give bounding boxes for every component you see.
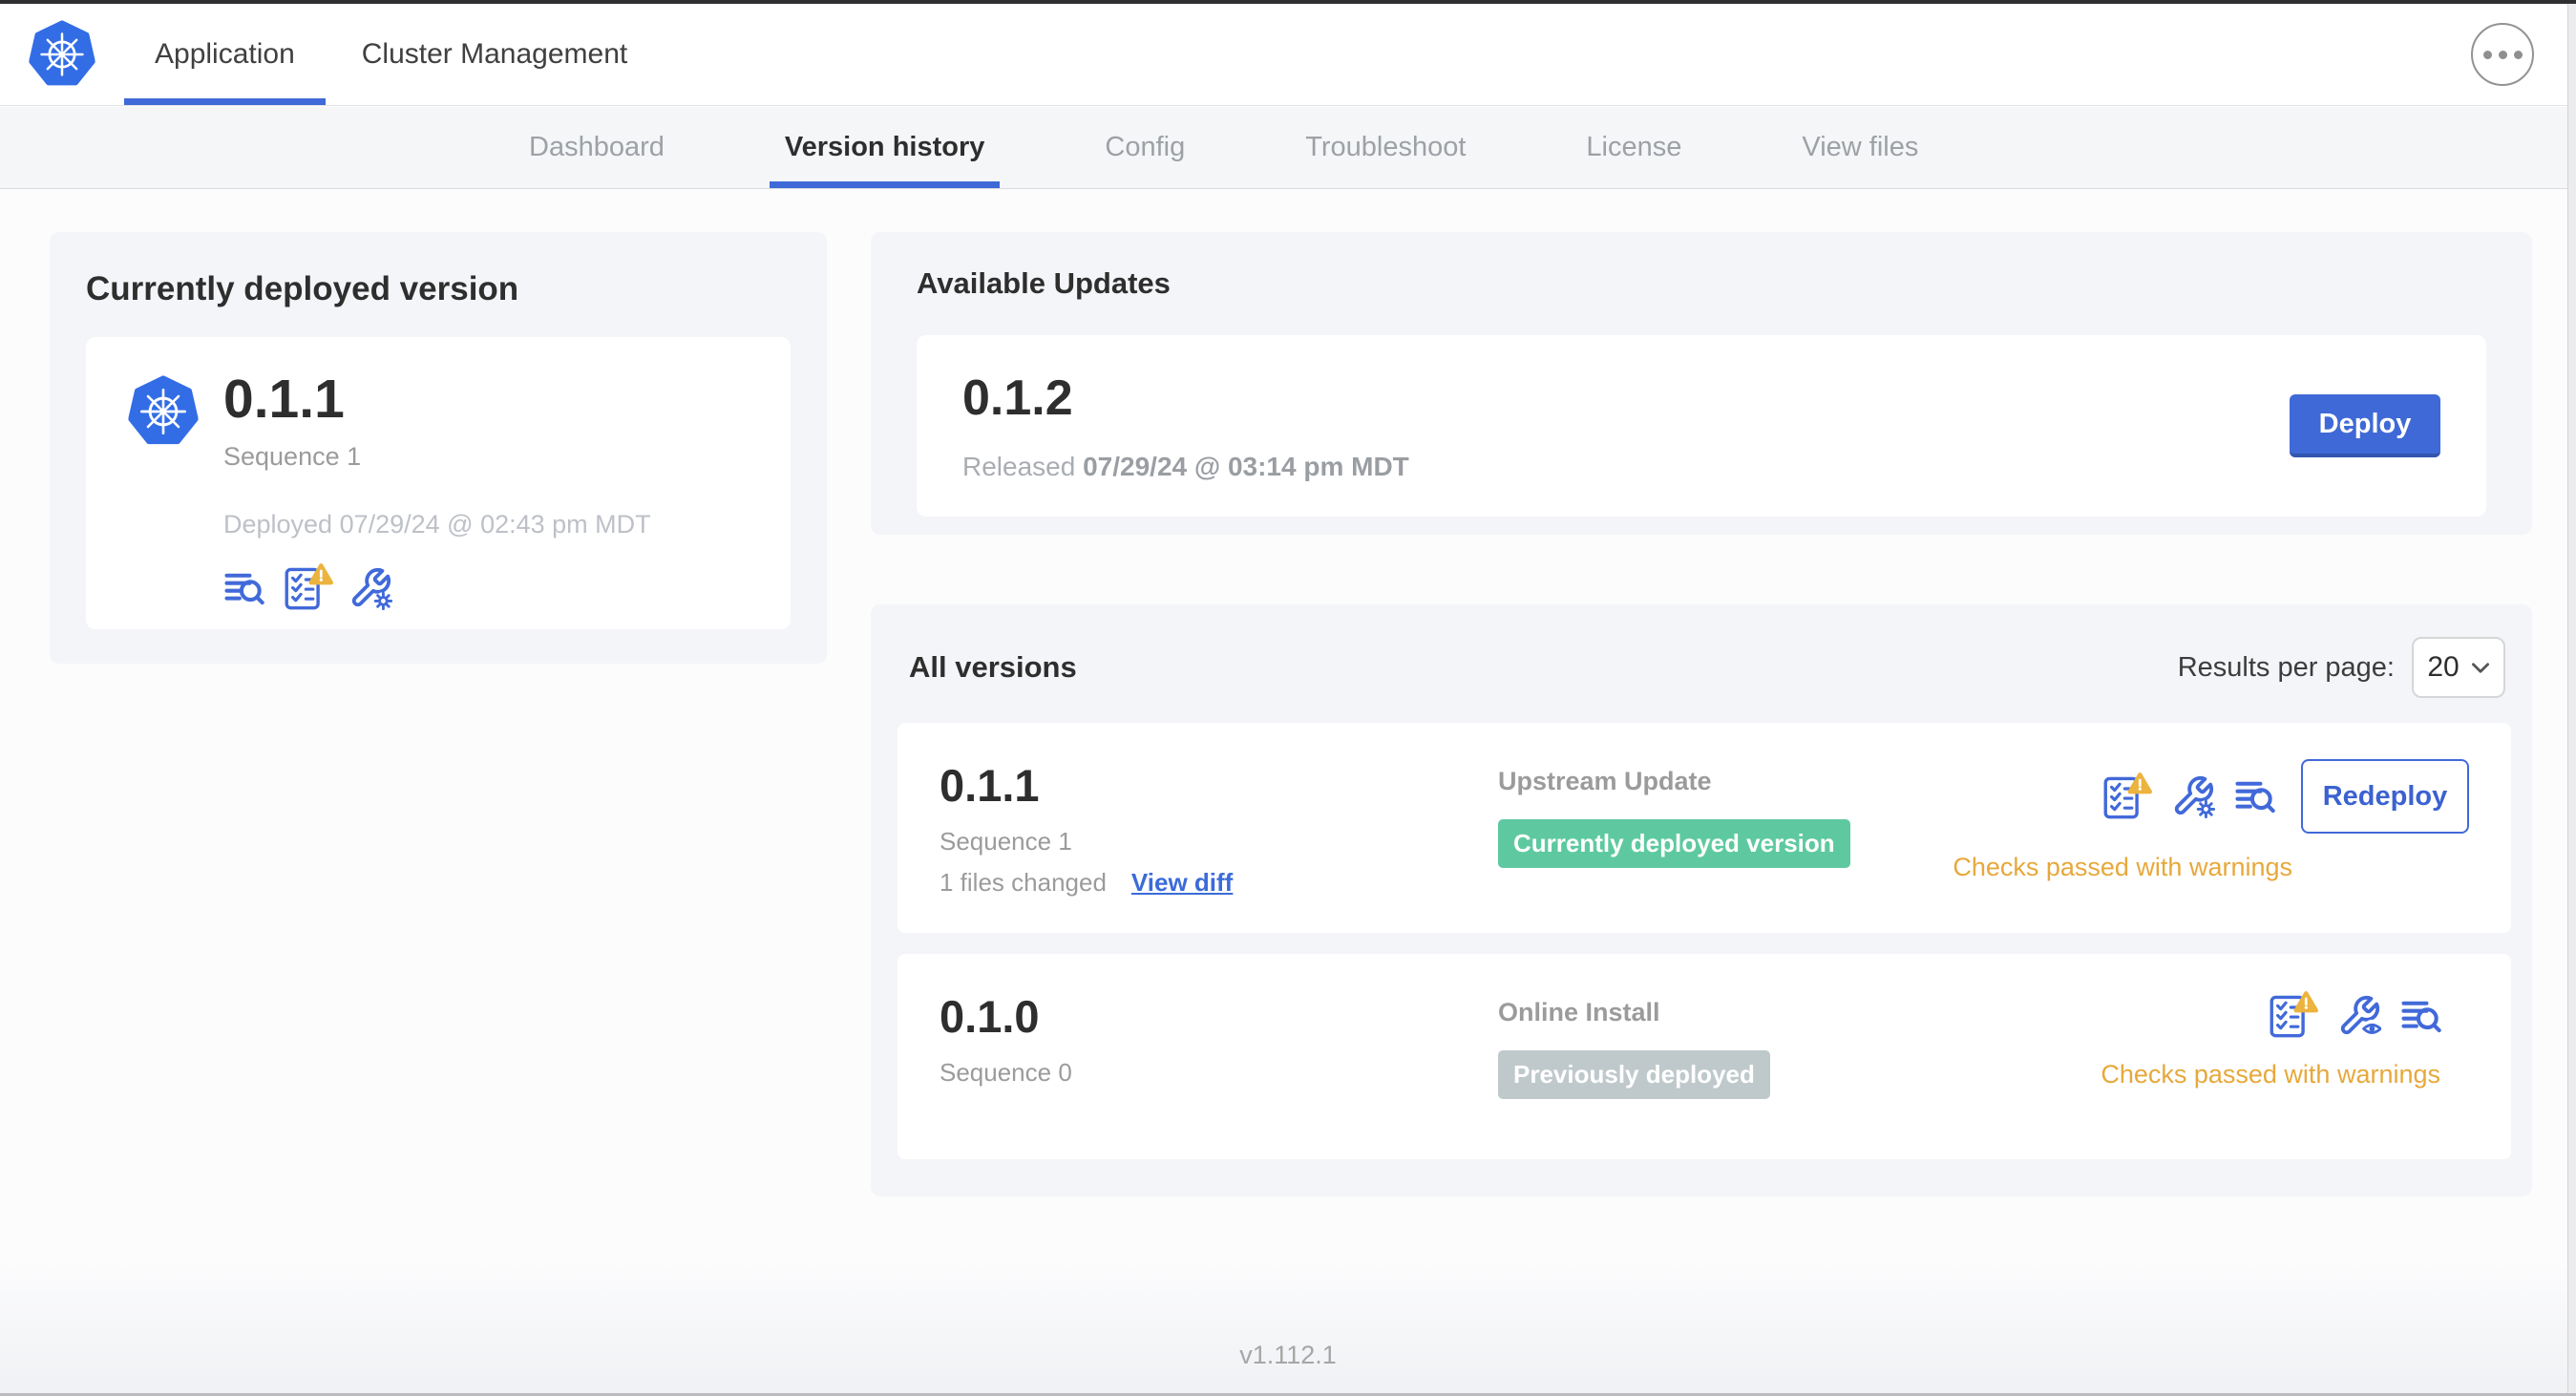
- results-per-page: Results per page: 20: [2178, 637, 2505, 698]
- config-edit-icon[interactable]: [348, 566, 392, 610]
- diff-logs-icon[interactable]: [2400, 994, 2444, 1038]
- deploy-button[interactable]: Deploy: [2290, 394, 2440, 457]
- preflight-status-text: Checks passed with warnings: [1953, 853, 2292, 881]
- tab-cluster-management-label: Cluster Management: [361, 38, 628, 70]
- row-version-number: 0.1.0: [940, 991, 1040, 1042]
- current-version-card: 0.1.1 Sequence 1 Deployed 07/29/24 @ 02:…: [86, 337, 791, 629]
- tab-application-label: Application: [155, 38, 295, 70]
- config-edit-icon[interactable]: [2171, 774, 2215, 818]
- current-version-title: Currently deployed version: [86, 270, 519, 307]
- current-version-deployed-date: Deployed 07/29/24 @ 02:43 pm MDT: [223, 510, 651, 539]
- footer-band: [0, 1262, 2576, 1396]
- released-date: 07/29/24 @ 03:14 pm MDT: [1083, 452, 1409, 481]
- update-version-number: 0.1.2: [962, 370, 1073, 426]
- version-row: 0.1.1 Sequence 1 1 files changed View di…: [897, 723, 2511, 933]
- results-per-page-select[interactable]: 20: [2412, 637, 2505, 698]
- all-versions-panel: All versions Results per page: 20 0.1.1 …: [871, 604, 2532, 1196]
- overflow-menu-button[interactable]: [2471, 23, 2534, 86]
- current-version-actions: [223, 562, 651, 613]
- app-version-text: v1.112.1: [1239, 1341, 1337, 1369]
- ellipsis-icon: [2498, 50, 2507, 59]
- row-source: Upstream Update: [1498, 767, 1712, 795]
- results-per-page-value: 20: [2427, 651, 2460, 683]
- row-version-number: 0.1.1: [940, 760, 1040, 811]
- diff-logs-icon[interactable]: [2234, 774, 2278, 818]
- subnav-item-license[interactable]: License: [1571, 107, 1697, 188]
- preflight-checks-warning-icon[interactable]: [283, 562, 333, 613]
- released-label: Released: [962, 452, 1076, 481]
- subnav-item-config[interactable]: Config: [1089, 107, 1200, 188]
- status-badge: Currently deployed version: [1498, 819, 1850, 868]
- current-version-panel: Currently deployed version 0.1.1 Sequenc…: [50, 232, 827, 664]
- row-source: Online Install: [1498, 998, 1660, 1026]
- available-updates-panel: Available Updates 0.1.2 Released 07/29/2…: [871, 232, 2532, 535]
- subnav-item-dashboard[interactable]: Dashboard: [514, 107, 680, 188]
- row-sequence: Sequence 1: [940, 827, 1072, 856]
- update-released-line: Released 07/29/24 @ 03:14 pm MDT: [962, 452, 1409, 482]
- available-update-card: 0.1.2 Released 07/29/24 @ 03:14 pm MDT D…: [917, 335, 2486, 517]
- available-updates-title: Available Updates: [917, 266, 1171, 300]
- primary-tabs: Application Cluster Management: [124, 4, 664, 105]
- config-view-icon[interactable]: [2337, 994, 2381, 1038]
- ellipsis-icon: [2513, 50, 2523, 59]
- row-files-changed: 1 files changed: [940, 868, 1107, 897]
- row-actions: Redeploy Checks passed with warnings: [1953, 759, 2469, 898]
- chevron-down-icon: [2471, 662, 2490, 674]
- tab-cluster-management[interactable]: Cluster Management: [331, 4, 658, 105]
- row-sequence: Sequence 0: [940, 1058, 1072, 1087]
- ellipsis-icon: [2482, 50, 2492, 59]
- kubernetes-logo: [29, 20, 95, 89]
- scrollbar[interactable]: [2567, 4, 2576, 1396]
- preflight-status-text: Checks passed with warnings: [2101, 1060, 2440, 1089]
- row-action-icons: [2268, 990, 2444, 1041]
- subnav-item-version-history[interactable]: Version history: [769, 107, 1001, 188]
- tab-application[interactable]: Application: [124, 4, 326, 105]
- current-version-sequence: Sequence 1: [223, 442, 362, 472]
- subnav-item-troubleshoot[interactable]: Troubleshoot: [1290, 107, 1481, 188]
- row-action-icons: [2101, 772, 2278, 822]
- diff-logs-icon[interactable]: [223, 566, 267, 610]
- version-row: 0.1.0 Sequence 0 Online Install Previous…: [897, 954, 2511, 1159]
- redeploy-button[interactable]: Redeploy: [2301, 759, 2469, 834]
- app-header: Application Cluster Management: [0, 4, 2576, 106]
- view-diff-link[interactable]: View diff: [1131, 868, 1233, 898]
- results-per-page-label: Results per page:: [2177, 651, 2395, 683]
- preflight-checks-warning-icon[interactable]: [2101, 772, 2152, 822]
- kubernetes-app-icon: [128, 375, 199, 448]
- current-version-number: 0.1.1: [223, 369, 345, 430]
- subnav-item-view-files[interactable]: View files: [1786, 107, 1933, 188]
- all-versions-header: All versions Results per page: 20: [897, 633, 2511, 698]
- window-top-border: [0, 0, 2576, 4]
- preflight-checks-warning-icon[interactable]: [2268, 990, 2318, 1041]
- all-versions-title: All versions: [909, 650, 1077, 684]
- app-subnav: Dashboard Version history Config Trouble…: [0, 107, 2576, 189]
- status-badge: Previously deployed: [1498, 1050, 1770, 1099]
- row-actions: Checks passed with warnings: [2101, 990, 2469, 1123]
